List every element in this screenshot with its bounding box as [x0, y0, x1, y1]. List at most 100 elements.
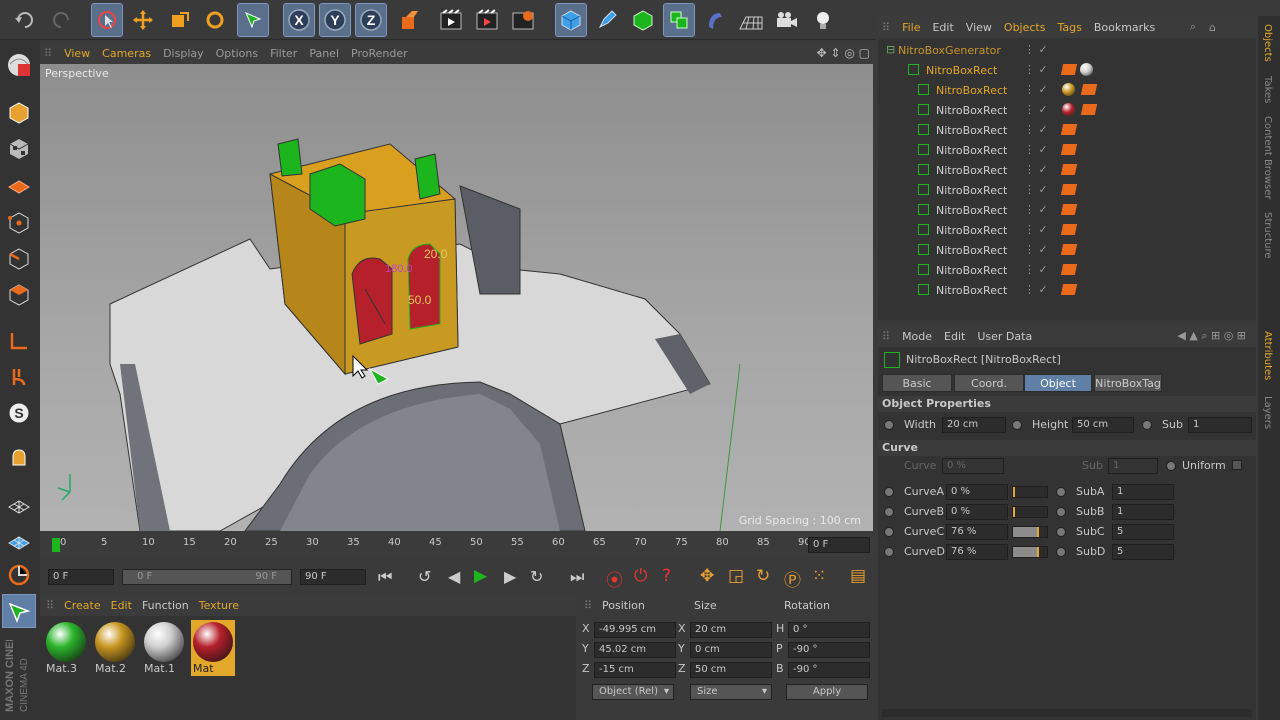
curve-row-field[interactable]: 76 % — [946, 524, 1008, 540]
sub-radio[interactable] — [1056, 547, 1066, 557]
polygons-mode-icon[interactable] — [4, 280, 34, 310]
om-menu-view[interactable]: View — [966, 21, 992, 34]
light-icon[interactable] — [808, 4, 838, 36]
subdivision-icon[interactable] — [628, 4, 658, 36]
key-parameter-icon[interactable]: Ⓟ — [784, 566, 801, 591]
apply-button[interactable]: Apply — [786, 684, 868, 700]
curve-slider[interactable] — [1012, 526, 1048, 538]
floor-icon[interactable] — [736, 4, 766, 36]
attr-nav-icons[interactable]: ◀ ▲ ⌕ ⊞ ◎ ⊞ — [1177, 329, 1246, 343]
camera-icon[interactable] — [772, 4, 802, 36]
expand-icon[interactable]: ⊟ — [886, 43, 895, 56]
visibility-toggle[interactable]: ⋮ ✓ — [1024, 63, 1048, 76]
keyframe-selection-icon[interactable]: ? — [662, 566, 671, 586]
size-field[interactable]: 50 cm — [690, 662, 772, 678]
scale-icon[interactable] — [164, 4, 194, 36]
size-field[interactable]: 20 cm — [690, 622, 772, 638]
timeline-ruler[interactable]: 0 5 10 15 20 25 30 35 40 45 50 55 60 65 70 75 80 85 90 0 F — [40, 533, 876, 557]
start-frame-field[interactable]: 0 F — [48, 569, 114, 585]
undo-icon[interactable] — [10, 4, 40, 36]
menu-cameras[interactable]: Cameras — [102, 47, 151, 60]
object-row[interactable]: NitroBoxRect ⋮ ✓ — [878, 200, 1256, 220]
section-curve[interactable]: Curve — [878, 440, 1256, 456]
material-tag-icon[interactable] — [1062, 103, 1075, 116]
model-mode-icon[interactable] — [4, 98, 34, 128]
height-radio[interactable] — [1012, 420, 1022, 430]
visibility-toggle[interactable]: ⋮ ✓ — [1024, 243, 1048, 256]
material-swatch[interactable]: Mat.3 — [44, 620, 88, 676]
menu-panel[interactable]: Panel — [309, 47, 339, 60]
menu-prorender[interactable]: ProRender — [351, 47, 408, 60]
attr-menu-edit[interactable]: Edit — [944, 330, 965, 343]
side-tab-attributes[interactable]: Attributes — [1262, 331, 1273, 380]
object-row[interactable]: NitroBoxRect ⋮ ✓ — [878, 100, 1256, 120]
nitrobox-tag-icon[interactable] — [1080, 104, 1098, 115]
visibility-toggle[interactable]: ⋮ ✓ — [1024, 83, 1048, 96]
tab-nitroboxtag[interactable]: NitroBoxTag — [1094, 374, 1162, 392]
object-row[interactable]: NitroBoxRect ⋮ ✓ — [878, 140, 1256, 160]
om-menu-edit[interactable]: Edit — [932, 21, 953, 34]
record-keys-icon[interactable]: ⦿ — [606, 566, 623, 591]
nitrobox-tag-icon[interactable] — [1060, 204, 1078, 215]
render-view-icon[interactable] — [436, 4, 466, 36]
make-editable-icon[interactable] — [4, 50, 34, 80]
material-tag-icon[interactable] — [1080, 63, 1093, 76]
coordinate-system-icon[interactable] — [394, 4, 424, 36]
edges-mode-icon[interactable] — [4, 244, 34, 274]
go-to-end-icon[interactable]: ⏭ — [570, 567, 584, 587]
curve-radio[interactable] — [884, 507, 894, 517]
visibility-toggle[interactable]: ⋮ ✓ — [1024, 123, 1048, 136]
mat-menu-create[interactable]: Create — [64, 599, 101, 613]
om-menu-bookmarks[interactable]: Bookmarks — [1094, 21, 1155, 34]
tab-coord[interactable]: Coord. — [954, 374, 1024, 392]
rotation-field[interactable]: 0 ° — [788, 622, 870, 638]
uniform-checkbox[interactable] — [1232, 460, 1242, 470]
texture-mode-icon[interactable] — [4, 134, 34, 164]
nitrobox-tag-icon[interactable] — [1060, 244, 1078, 255]
visibility-toggle[interactable]: ⋮ ✓ — [1024, 203, 1048, 216]
z-axis-icon[interactable]: Z — [355, 3, 387, 37]
object-row[interactable]: NitroBoxRect ⋮ ✓ — [878, 60, 1256, 80]
om-menu-objects[interactable]: Objects — [1004, 21, 1046, 34]
end-frame-field[interactable]: 90 F — [300, 569, 366, 585]
render-settings-icon[interactable] — [508, 4, 538, 36]
material-swatch[interactable]: Mat.2 — [93, 620, 137, 676]
sub-radio[interactable] — [1142, 420, 1152, 430]
sub-row-field[interactable]: 1 — [1112, 484, 1174, 500]
key-pla-icon[interactable]: ⁙ — [812, 566, 826, 586]
section-object-properties[interactable]: Object Properties — [878, 396, 1256, 412]
workplane-grid-icon[interactable] — [4, 490, 34, 520]
viewport-3d[interactable]: Perspective 20.0 50.0 180.0 Grid Spacing… — [40, 64, 873, 531]
object-row[interactable]: NitroBoxRect ⋮ ✓ — [878, 220, 1256, 240]
side-tab-layers[interactable]: Layers — [1262, 396, 1273, 429]
visibility-toggle[interactable]: ⋮ ✓ — [1024, 263, 1048, 276]
key-position-icon[interactable]: ✥ — [700, 566, 714, 586]
menu-display[interactable]: Display — [163, 47, 204, 60]
timeline-scheme-icon[interactable]: ▤ — [850, 566, 866, 586]
visibility-toggle[interactable]: ⋮ ✓ — [1024, 143, 1048, 156]
redo-icon[interactable] — [46, 4, 76, 36]
deformer-icon[interactable] — [700, 4, 730, 36]
side-tab-objects[interactable]: Objects — [1262, 24, 1273, 62]
quantize-icon[interactable] — [4, 560, 34, 590]
material-tag-icon[interactable] — [1062, 83, 1075, 96]
position-field[interactable]: -49.995 cm — [594, 622, 676, 638]
snap-icon[interactable]: S — [4, 398, 34, 428]
array-icon[interactable] — [663, 3, 695, 37]
go-to-start-icon[interactable]: ⏮ — [378, 567, 392, 587]
nitrobox-tag-icon[interactable] — [1060, 164, 1078, 175]
rotate-icon[interactable] — [200, 4, 230, 36]
object-row-generator[interactable]: NitroBoxGenerator ⊟ ⋮ ✓ — [878, 40, 1256, 60]
uniform-radio[interactable] — [1166, 461, 1176, 471]
previous-key-icon[interactable]: ↺ — [418, 567, 431, 586]
height-field[interactable]: 50 cm — [1072, 417, 1134, 433]
visibility-toggle[interactable]: ⋮ ✓ — [1024, 163, 1048, 176]
rotation-field[interactable]: -90 ° — [788, 662, 870, 678]
width-field[interactable]: 20 cm — [942, 417, 1006, 433]
curve-radio[interactable] — [884, 527, 894, 537]
sub-radio[interactable] — [1056, 487, 1066, 497]
side-tab-structure[interactable]: Structure — [1262, 212, 1273, 259]
curve-radio[interactable] — [884, 547, 894, 557]
current-frame-field[interactable]: 0 F — [808, 537, 870, 553]
attr-menu-mode[interactable]: Mode — [902, 330, 932, 343]
